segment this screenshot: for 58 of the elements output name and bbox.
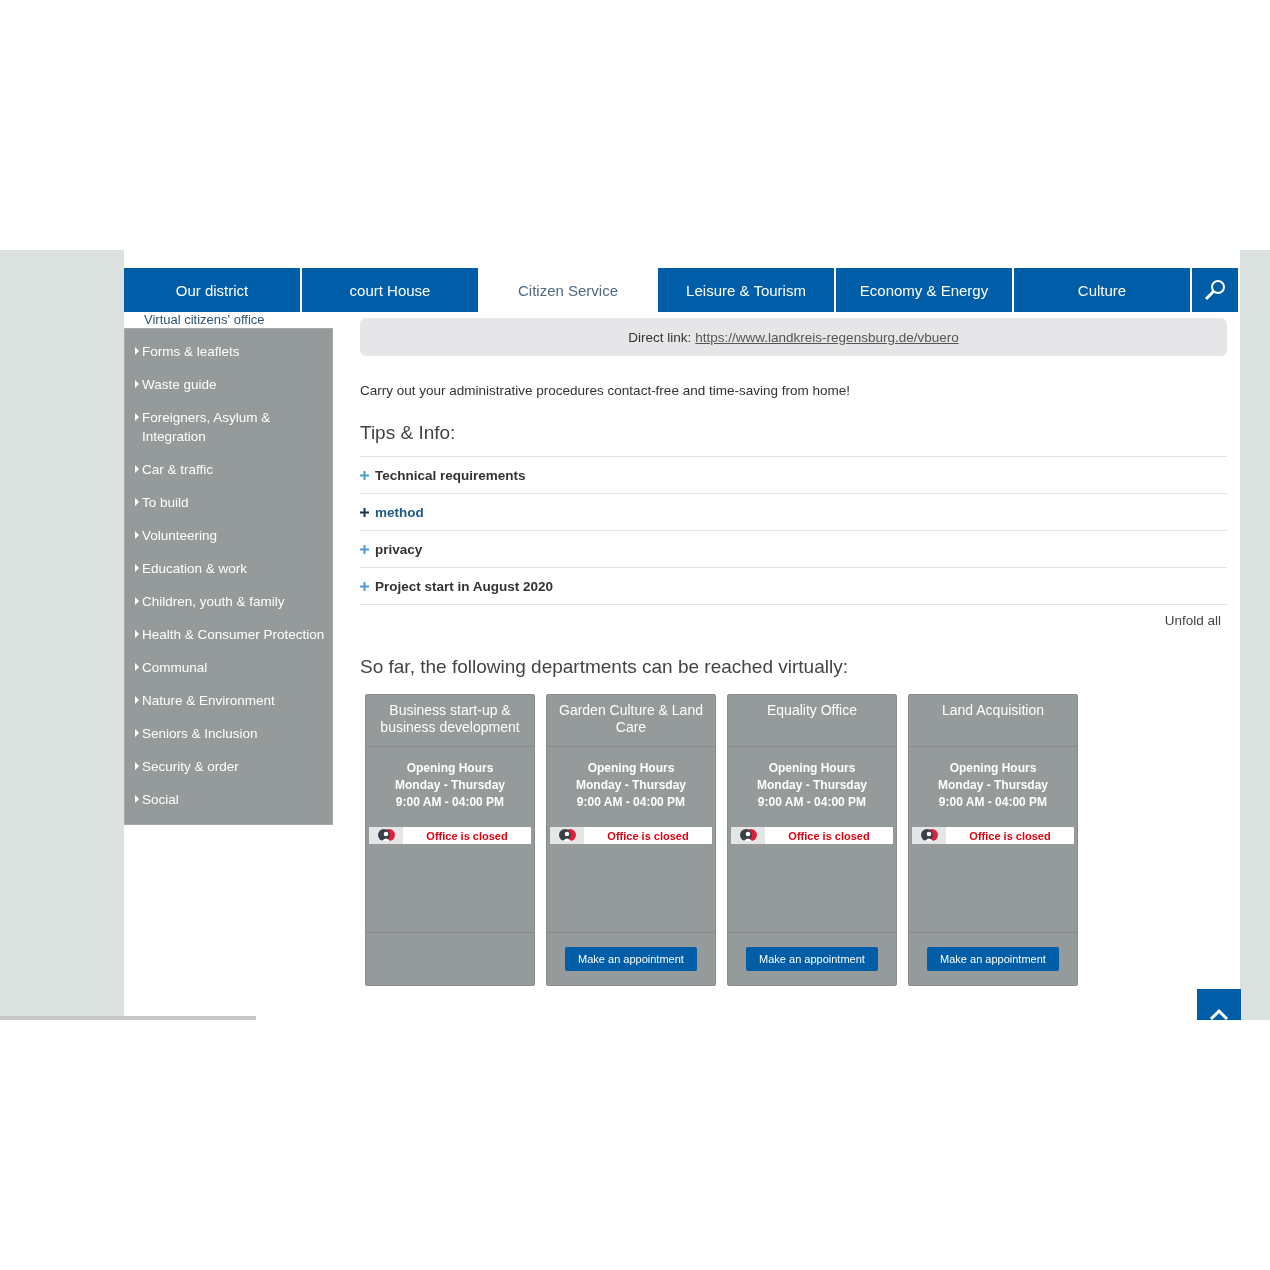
horizontal-scrollbar[interactable] (0, 1016, 256, 1020)
caret-right-icon (135, 531, 139, 539)
chat-person-icon (558, 828, 576, 843)
office-status: Office is closed (787, 829, 871, 842)
appointment-button[interactable]: Make an appointment (746, 947, 878, 971)
caret-right-icon (135, 762, 139, 770)
caret-right-icon (135, 729, 139, 737)
intro-text: Carry out your administrative procedures contact-free and time-saving from home! (360, 383, 851, 398)
plus-icon (360, 581, 369, 591)
nav-tab[interactable]: Economy & Energy (836, 268, 1012, 312)
department-title: Land Acquisition (909, 695, 1077, 747)
department-title: Business start-up & business development (366, 695, 534, 747)
opening-hours: Opening Hours Monday - Thursday 9:00 AM - 04:00 PM (394, 760, 506, 811)
caret-right-icon (135, 413, 139, 421)
tips-heading: Tips & Info: (360, 422, 457, 444)
chat-person-icon (377, 828, 395, 843)
nav-tab[interactable]: court House (302, 268, 478, 312)
accordion-item[interactable]: method (360, 494, 1227, 531)
accordion-item[interactable]: Project start in August 2020 (360, 568, 1227, 605)
caret-right-icon (135, 465, 139, 473)
scroll-to-top-button[interactable] (1197, 989, 1241, 1020)
office-status: Office is closed (606, 829, 690, 842)
direct-link-label: Direct link: (628, 329, 692, 345)
unfold-all-link[interactable]: Unfold all (1164, 613, 1221, 628)
caret-right-icon (135, 380, 139, 388)
caret-right-icon (135, 564, 139, 572)
caret-right-icon (135, 663, 139, 671)
search-button[interactable] (1192, 268, 1238, 312)
office-status: Office is closed (968, 829, 1052, 842)
appointment-button[interactable]: Make an appointment (927, 947, 1059, 971)
caret-right-icon (135, 498, 139, 506)
nav-tab[interactable]: Leisure & Tourism (658, 268, 834, 312)
nav-tab[interactable]: Culture (1014, 268, 1190, 312)
caret-right-icon (135, 630, 139, 638)
caret-right-icon (135, 597, 139, 605)
current-page-link[interactable]: Virtual citizens' office (124, 312, 333, 328)
department-title: Equality Office (728, 695, 896, 747)
opening-hours: Opening Hours Monday - Thursday 9:00 AM - 04:00 PM (937, 760, 1049, 811)
accordion-item[interactable]: privacy (360, 531, 1227, 568)
caret-right-icon (135, 347, 139, 355)
opening-hours: Opening Hours Monday - Thursday 9:00 AM - 04:00 PM (575, 760, 687, 811)
nav-tab[interactable]: Our district (124, 268, 300, 312)
plus-icon (360, 507, 369, 517)
chat-person-icon (920, 828, 938, 843)
direct-link-url[interactable]: https://www.landkreis-regensburg.de/vbuero (695, 329, 959, 345)
department-title: Garden Culture & Land Care (547, 695, 715, 747)
caret-right-icon (135, 696, 139, 704)
chat-person-icon (739, 828, 757, 843)
office-status: Office is closed (425, 829, 509, 842)
plus-icon (360, 470, 369, 480)
chevron-up-icon (1209, 1008, 1229, 1020)
appointment-button[interactable]: Make an appointment (565, 947, 697, 971)
opening-hours: Opening Hours Monday - Thursday 9:00 AM - 04:00 PM (756, 760, 868, 811)
caret-right-icon (135, 795, 139, 803)
plus-icon (360, 544, 369, 554)
accordion-item[interactable]: Technical requirements (360, 457, 1227, 494)
search-icon (1203, 279, 1227, 301)
departments-heading: So far, the following departments can be reached virtually: (360, 656, 849, 678)
